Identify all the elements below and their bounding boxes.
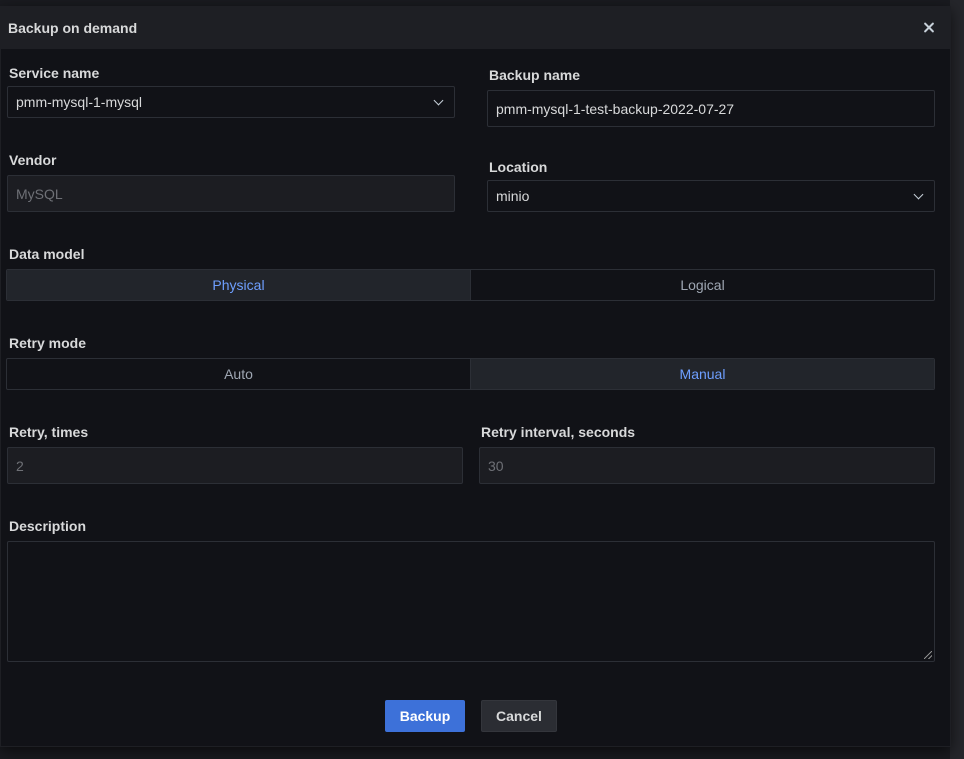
modal-header: Backup on demand	[1, 7, 950, 49]
data-model-option-physical[interactable]: Physical	[7, 270, 470, 300]
retry-interval-label: Retry interval, seconds	[481, 424, 636, 440]
data-model-option-logical[interactable]: Logical	[470, 270, 934, 300]
location-value: minio	[496, 188, 530, 204]
close-icon[interactable]	[920, 19, 938, 37]
description-textarea[interactable]	[7, 541, 935, 662]
cancel-button[interactable]: Cancel	[481, 700, 557, 732]
backup-button[interactable]: Backup	[385, 700, 465, 732]
service-name-select[interactable]: pmm-mysql-1-mysql	[7, 86, 455, 118]
backup-name-input[interactable]: pmm-mysql-1-test-backup-2022-07-27	[487, 90, 935, 127]
location-label: Location	[489, 159, 548, 175]
modal-title: Backup on demand	[8, 20, 138, 36]
description-label: Description	[9, 518, 87, 534]
data-model-radio-group: Physical Logical	[6, 269, 935, 301]
retry-mode-option-manual[interactable]: Manual	[470, 359, 934, 389]
retry-interval-value: 30	[488, 457, 504, 474]
retry-times-input[interactable]: 2	[7, 447, 463, 484]
resize-grip-icon[interactable]	[924, 651, 932, 659]
data-model-label: Data model	[9, 246, 85, 262]
vendor-input: MySQL	[7, 175, 455, 212]
retry-mode-radio-group: Auto Manual	[6, 358, 935, 390]
retry-times-value: 2	[16, 457, 24, 474]
service-name-label: Service name	[9, 65, 100, 81]
backup-name-value: pmm-mysql-1-test-backup-2022-07-27	[496, 100, 735, 117]
retry-mode-label: Retry mode	[9, 335, 87, 351]
retry-times-label: Retry, times	[9, 424, 89, 440]
background-scrollbar	[950, 0, 964, 759]
service-name-value: pmm-mysql-1-mysql	[16, 94, 142, 110]
vendor-label: Vendor	[9, 152, 57, 168]
retry-interval-input[interactable]: 30	[479, 447, 935, 484]
chevron-down-icon	[913, 189, 924, 199]
backup-name-label: Backup name	[489, 67, 581, 83]
location-select[interactable]: minio	[487, 180, 935, 212]
retry-mode-option-auto[interactable]: Auto	[7, 359, 470, 389]
vendor-value: MySQL	[16, 185, 63, 202]
chevron-down-icon	[433, 95, 444, 105]
